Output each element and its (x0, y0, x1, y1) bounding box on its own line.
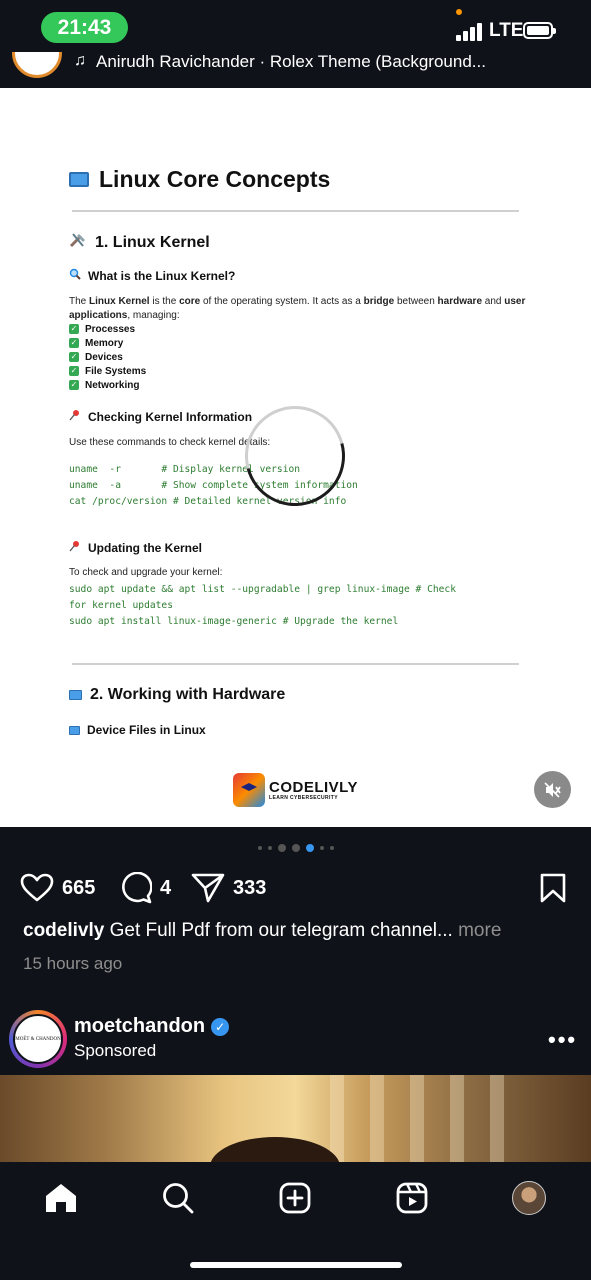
save-button[interactable] (538, 873, 568, 908)
sponsor-avatar-logo: MOËT & CHANDON (13, 1014, 63, 1064)
nav-create[interactable] (277, 1180, 313, 1216)
update-heading: Updating the Kernel (88, 540, 203, 555)
check-icon: ✓ (69, 338, 79, 349)
nav-profile[interactable] (511, 1180, 547, 1216)
check-icon: ✓ (69, 380, 79, 391)
music-attribution[interactable]: ♫ Anirudh Ravichander · Rolex Theme (Bac… (0, 52, 591, 88)
comment-button[interactable]: 4 (119, 868, 171, 908)
battery-icon (523, 22, 556, 39)
send-icon (191, 873, 225, 903)
caption-text: Get Full Pdf from our telegram channel..… (104, 920, 453, 941)
sponsor-username-row[interactable]: moetchandon ✓ (74, 1015, 230, 1038)
section-heading-hardware: 2. Working with Hardware (69, 686, 529, 704)
doc-title: Linux Core Concepts (99, 166, 331, 192)
check-icon: ✓ (69, 366, 79, 377)
comment-icon (122, 872, 152, 904)
sponsored-photo[interactable] (0, 1075, 591, 1165)
like-button[interactable]: 665 (20, 868, 95, 908)
carousel-dot-active (305, 844, 314, 852)
clock: 21:43 (41, 12, 128, 43)
mute-button[interactable] (534, 771, 571, 808)
story-avatar[interactable] (12, 52, 62, 78)
post-image[interactable]: Linux Core Concepts 1. Linux Kernel What… (0, 88, 591, 827)
section-heading-kernel: 1. Linux Kernel (69, 232, 529, 253)
home-indicator[interactable] (190, 1262, 402, 1268)
signal-icon (456, 23, 484, 41)
heart-icon (20, 873, 54, 902)
magnifier-icon (69, 268, 81, 283)
update-code-block: sudo apt update && apt list --upgradable… (69, 584, 456, 627)
share-count: 333 (233, 876, 267, 899)
carousel-dot (319, 846, 324, 850)
profile-avatar[interactable] (512, 1181, 546, 1215)
add-post-icon (279, 1182, 311, 1214)
post-caption[interactable]: codelivly Get Full Pdf from our telegram… (23, 920, 573, 942)
post-actions: 665 4 333 (0, 868, 591, 908)
search-icon (163, 1183, 194, 1214)
sponsored-label: Sponsored (74, 1041, 157, 1060)
speaker-muted-icon (543, 781, 561, 798)
update-text: To check and upgrade your kernel: (69, 567, 223, 578)
nav-search[interactable] (160, 1180, 196, 1216)
status-bar: 21:43 LTE (0, 0, 591, 56)
sponsor-avatar[interactable]: MOËT & CHANDON (9, 1010, 67, 1068)
more-options-icon[interactable]: ••• (548, 1027, 577, 1053)
list-item: ✓ Memory (69, 338, 124, 349)
carousel-dot (267, 846, 272, 850)
update-heading-row: Updating the Kernel (69, 540, 529, 555)
post-timestamp: 15 hours ago (23, 954, 123, 973)
home-icon (46, 1184, 76, 1212)
computer-icon (69, 725, 80, 735)
music-note-icon: ♫ (74, 52, 86, 69)
like-count: 665 (62, 876, 96, 899)
more-link[interactable]: more (453, 920, 501, 941)
device-heading: Device Files in Linux (87, 723, 206, 737)
tools-icon (69, 232, 87, 253)
what-heading-row: What is the Linux Kernel? (69, 268, 529, 283)
pushpin-icon (69, 409, 81, 424)
nav-home[interactable] (43, 1180, 79, 1216)
list-item: ✓ File Systems (69, 366, 147, 377)
computer-icon (69, 172, 89, 187)
carousel-dot (257, 846, 262, 850)
nav-reels[interactable] (394, 1180, 430, 1216)
carousel-indicator (0, 842, 591, 854)
what-heading: What is the Linux Kernel? (88, 268, 236, 283)
kernel-intro: The Linux Kernel is the core of the oper… (69, 296, 526, 321)
codelivly-logo: CODELIVLY LEARN CYBERSECURITY (233, 771, 358, 809)
verified-badge-icon: ✓ (211, 1017, 230, 1036)
person-head (210, 1137, 340, 1165)
check-icon: ✓ (69, 352, 79, 363)
bookmark-icon (540, 873, 566, 903)
comment-count: 4 (160, 876, 172, 899)
laptop-icon (69, 690, 82, 700)
network-type: LTE (489, 20, 524, 41)
divider (72, 210, 519, 212)
carousel-dot (329, 846, 334, 850)
doc-title-row: Linux Core Concepts (69, 166, 529, 193)
reels-icon (396, 1182, 428, 1214)
device-heading-row: Device Files in Linux (69, 723, 529, 737)
music-track-text[interactable]: Anirudh Ravichander · Rolex Theme (Backg… (96, 52, 486, 72)
sponsor-username[interactable]: moetchandon (74, 1015, 205, 1038)
carousel-dot (277, 844, 286, 852)
divider (72, 663, 519, 665)
list-item: ✓ Processes (69, 324, 136, 335)
caption-username[interactable]: codelivly (23, 920, 104, 941)
check-heading: Checking Kernel Information (88, 409, 253, 424)
share-button[interactable]: 333 (191, 868, 266, 908)
list-item: ✓ Devices (69, 352, 123, 363)
section-1-title: 1. Linux Kernel (95, 233, 210, 251)
carousel-dot (291, 844, 300, 852)
list-item: ✓ Networking (69, 380, 140, 391)
logo-badge-icon (233, 773, 265, 807)
pushpin-icon (69, 540, 81, 555)
check-icon: ✓ (69, 324, 79, 335)
mic-indicator-dot (456, 9, 462, 15)
section-2-title: 2. Working with Hardware (90, 686, 286, 703)
managed-list: ✓ Processes ✓ Memory ✓ Devices ✓ File System… (69, 323, 529, 393)
